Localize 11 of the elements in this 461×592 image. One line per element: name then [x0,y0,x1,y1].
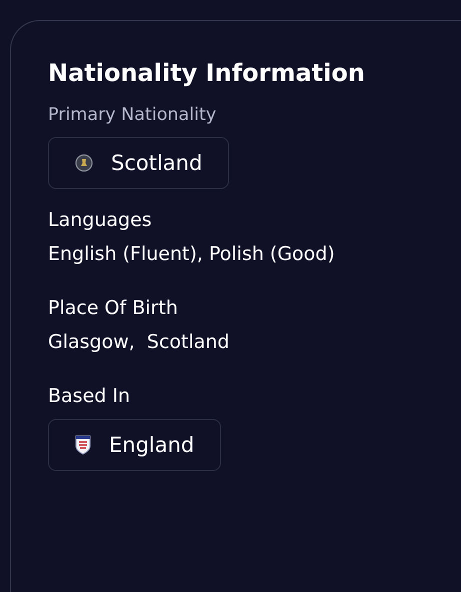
field-label: Place Of Birth [48,297,178,319]
section-title: Nationality Information [48,59,366,87]
field-label: Languages [48,209,152,231]
field-value: English (Fluent), Polish (Good) [48,243,335,265]
field-label: Based In [48,385,130,407]
round-badge-icon [75,154,93,172]
country-chip: Scotland [48,137,230,189]
country-chip: England [48,419,222,471]
field-label: Primary Nationality [48,105,216,125]
field-value: Glasgow, Scotland [48,331,230,353]
shield-icon [75,435,91,455]
